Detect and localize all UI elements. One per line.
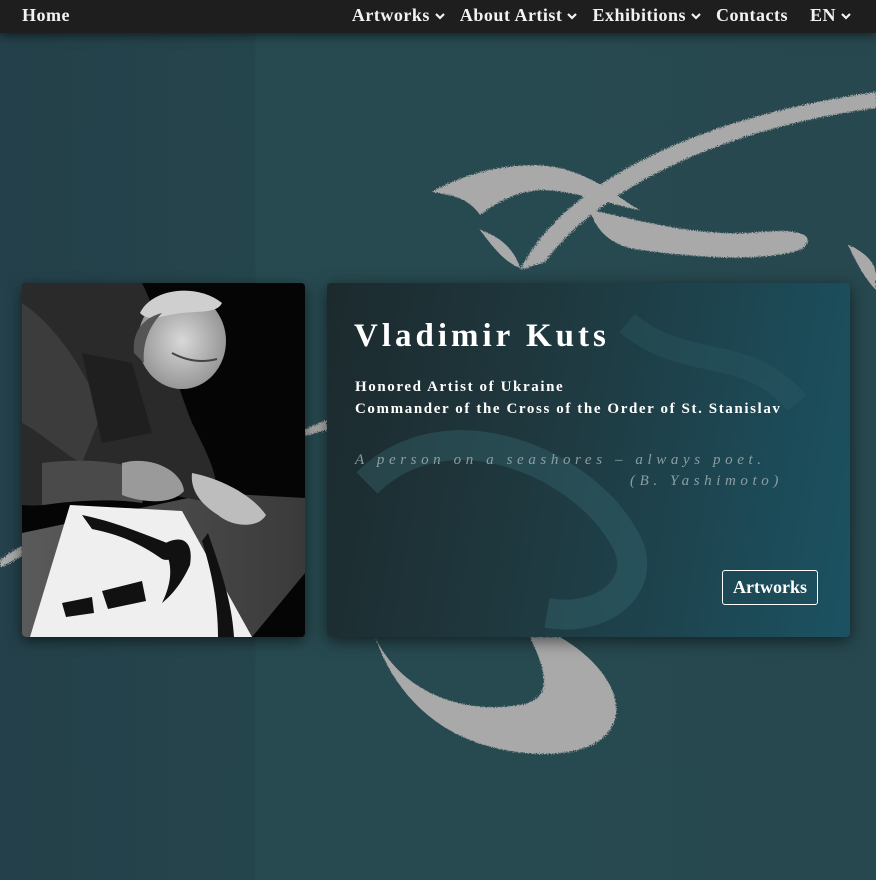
nav-item-label: Contacts	[715, 5, 788, 25]
quote: A person on a seashores – always poet. (…	[355, 450, 783, 492]
page: Home Artworks About Artist Exhibitions C…	[0, 0, 876, 880]
nav-item-exhibitions[interactable]: Exhibitions	[592, 5, 702, 26]
nav-item-label: About Artist	[459, 5, 563, 25]
quote-author: (B. Yashimoto)	[629, 473, 783, 489]
artist-titles: Honored Artist of Ukraine Commander of t…	[355, 376, 782, 420]
language-selector[interactable]: EN	[810, 5, 852, 26]
nav-menu: Artworks About Artist Exhibitions Contac…	[338, 5, 852, 26]
language-label: EN	[809, 5, 836, 25]
nav-item-contacts[interactable]: Contacts	[716, 5, 788, 26]
chevron-down-icon	[435, 12, 445, 20]
artist-photo	[22, 283, 305, 637]
artworks-button[interactable]: Artworks	[722, 570, 818, 605]
nav-item-artworks[interactable]: Artworks	[352, 5, 446, 26]
top-navbar: Home Artworks About Artist Exhibitions C…	[0, 0, 876, 33]
chevron-down-icon	[691, 12, 701, 20]
chevron-down-icon	[841, 12, 851, 20]
nav-item-about-artist[interactable]: About Artist	[460, 5, 579, 26]
artist-title: Honored Artist of Ukraine	[355, 379, 565, 395]
artist-photo-image	[22, 283, 305, 637]
nav-item-label: Artworks	[351, 5, 430, 25]
artist-info-card: Vladimir Kuts Honored Artist of Ukraine …	[327, 283, 850, 637]
artist-name: Vladimir Kuts	[354, 318, 610, 354]
chevron-down-icon	[567, 12, 578, 20]
nav-item-label: Exhibitions	[592, 5, 686, 25]
quote-text: A person on a seashores – always poet.	[355, 452, 766, 468]
nav-home-link[interactable]: Home	[22, 5, 70, 26]
artist-title: Commander of the Cross of the Order of S…	[355, 401, 782, 417]
